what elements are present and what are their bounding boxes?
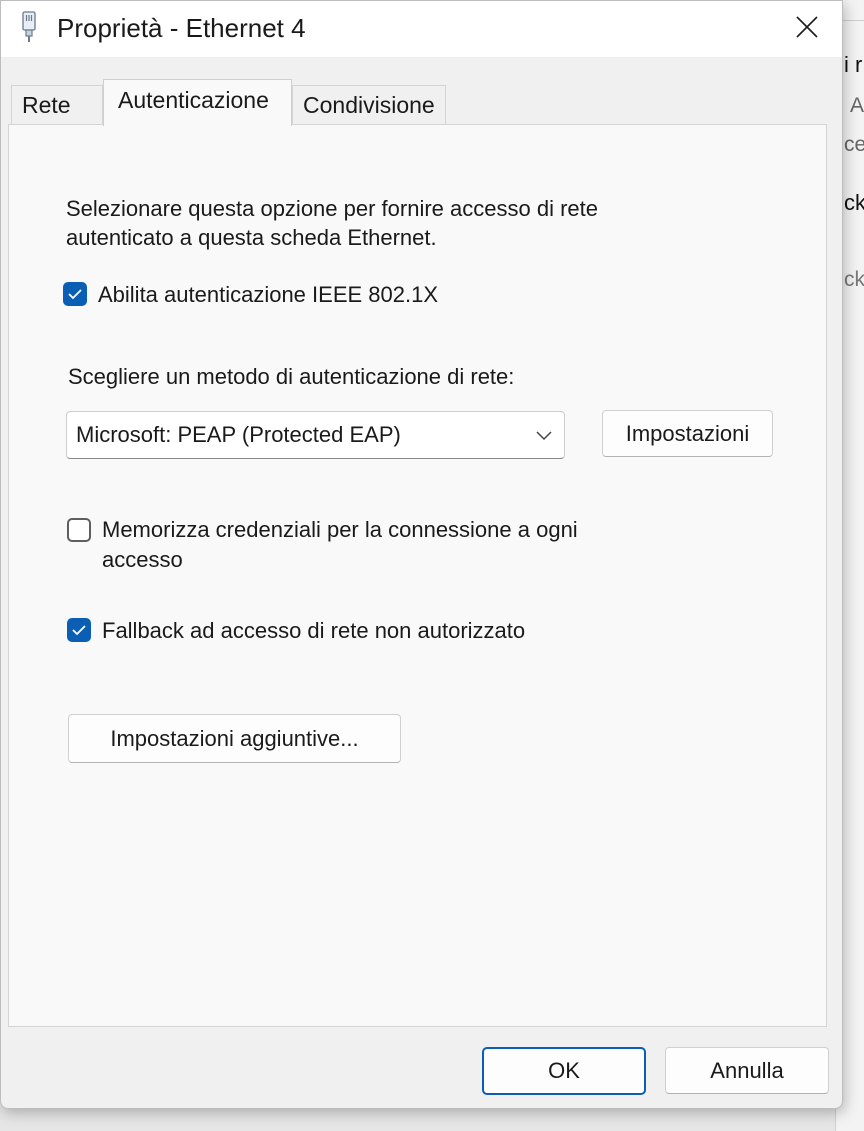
- ethernet-connector-icon: [22, 11, 36, 42]
- remember-credentials-checkbox[interactable]: [67, 518, 91, 542]
- additional-settings-button[interactable]: Impostazioni aggiuntive...: [68, 714, 401, 763]
- window-title: Proprietà - Ethernet 4: [57, 13, 306, 43]
- ok-button[interactable]: OK: [482, 1047, 646, 1095]
- background-text-fragment: ck: [844, 190, 864, 215]
- close-button[interactable]: [781, 5, 833, 49]
- close-icon: [796, 16, 818, 38]
- background-text-fragment: ck: [844, 268, 864, 291]
- auth-method-label: Scegliere un metodo di autenticazione di…: [68, 364, 515, 389]
- checkmark-icon: [68, 289, 82, 300]
- background-text-fragment: A: [850, 94, 864, 117]
- tab-autenticazione[interactable]: Autenticazione: [103, 79, 292, 126]
- title-bar[interactable]: Proprietà - Ethernet 4: [1, 1, 842, 57]
- enable-8021x-label[interactable]: Abilita autenticazione IEEE 802.1X: [98, 280, 438, 309]
- auth-method-value: Microsoft: PEAP (Protected EAP): [76, 422, 401, 447]
- tab-condivisione[interactable]: Condivisione: [292, 85, 446, 125]
- tab-panel-autenticazione: [8, 124, 827, 1027]
- background-text-fragment: ce: [844, 133, 864, 156]
- auth-method-dropdown[interactable]: Microsoft: PEAP (Protected EAP): [66, 411, 565, 459]
- cancel-button[interactable]: Annulla: [665, 1047, 829, 1094]
- fallback-label[interactable]: Fallback ad accesso di rete non autorizz…: [102, 616, 525, 645]
- auth-description: Selezionare questa opzione per fornire a…: [66, 196, 598, 250]
- enable-8021x-checkbox[interactable]: [63, 282, 87, 306]
- remember-credentials-label-cont[interactable]: accesso: [102, 545, 183, 574]
- remember-credentials-label[interactable]: Memorizza credenziali per la connessione…: [102, 515, 578, 544]
- chevron-down-icon: [536, 431, 552, 441]
- background-text-fragment: i r: [844, 52, 863, 77]
- settings-button[interactable]: Impostazioni: [602, 410, 773, 457]
- checkmark-icon: [72, 625, 86, 636]
- properties-dialog: Proprietà - Ethernet 4 Rete Condivisione…: [0, 0, 843, 1109]
- fallback-checkbox[interactable]: [67, 618, 91, 642]
- tab-rete[interactable]: Rete: [11, 85, 103, 125]
